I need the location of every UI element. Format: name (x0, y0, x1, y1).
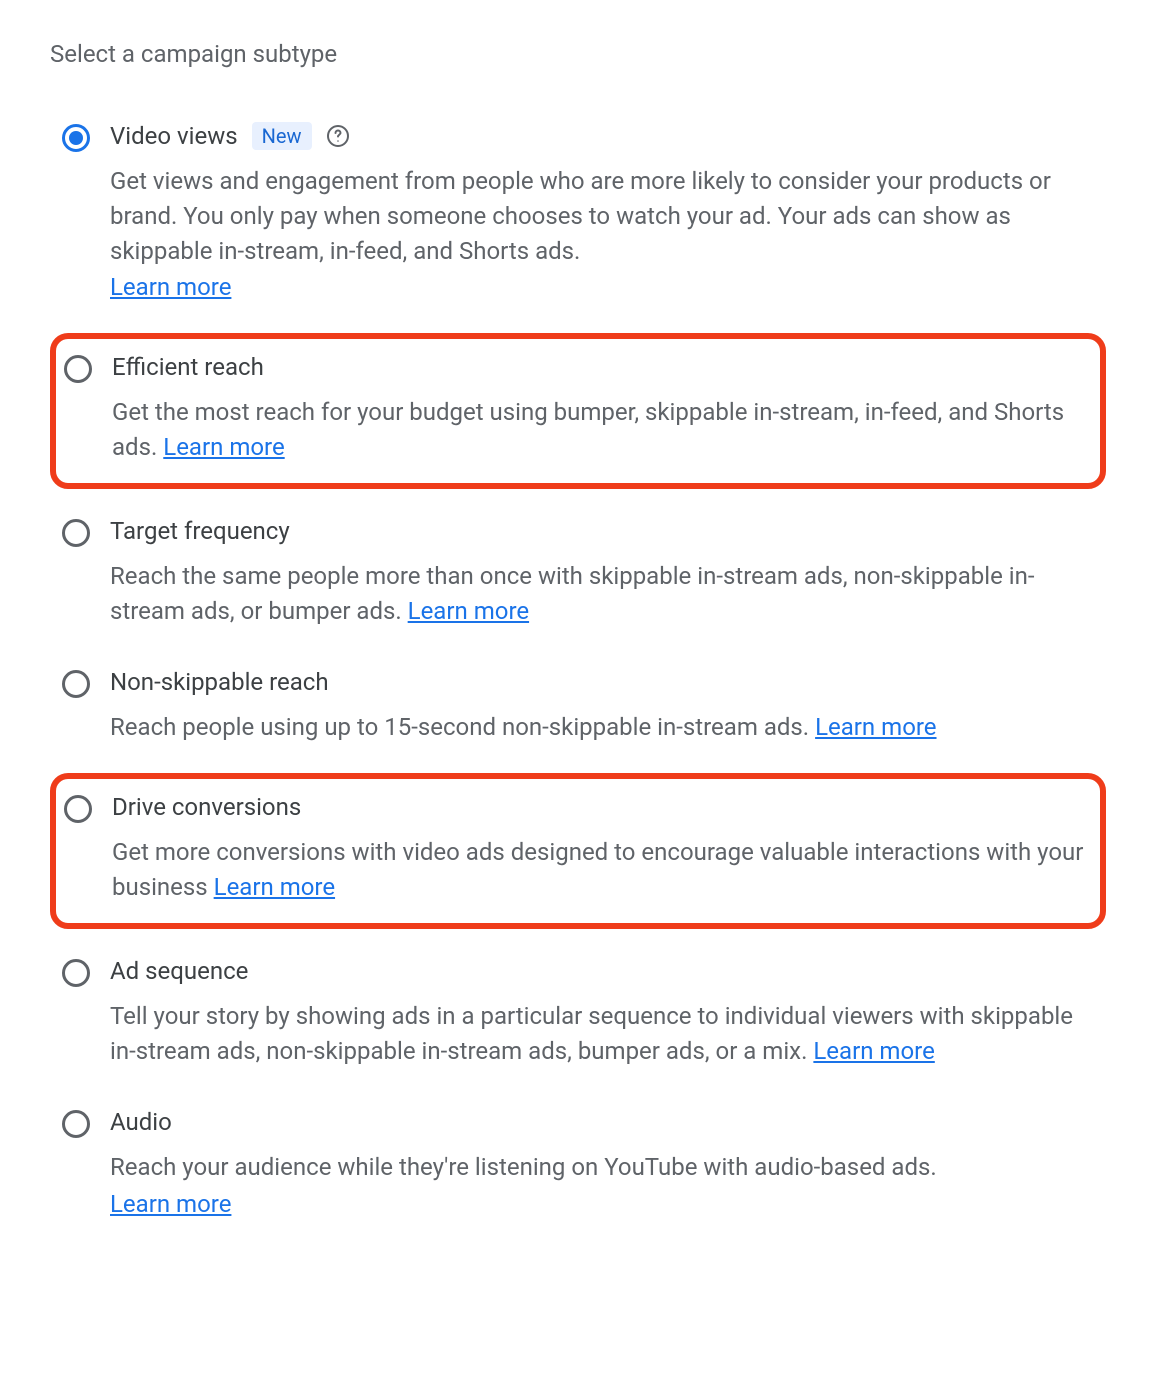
option-title: Drive conversions (112, 793, 301, 821)
radio-col (60, 1108, 110, 1138)
option-drive-conversions[interactable]: Drive conversions Get more conversions wi… (50, 773, 1106, 929)
option-description: Get more conversions with video ads desi… (112, 835, 1094, 905)
option-body: Non-skippable reach Reach people using up… (110, 668, 1096, 745)
option-title: Ad sequence (110, 957, 248, 985)
option-title-row: Video views New (110, 122, 1096, 150)
radio-non-skippable-reach[interactable] (62, 670, 90, 698)
option-title-row: Non-skippable reach (110, 668, 1096, 696)
radio-col (60, 517, 110, 547)
option-ad-sequence[interactable]: Ad sequence Tell your story by showing ad… (50, 939, 1106, 1091)
radio-efficient-reach[interactable] (64, 355, 92, 383)
option-description: Reach the same people more than once wit… (110, 559, 1096, 629)
option-description-text: Reach your audience while they're listen… (110, 1153, 937, 1181)
option-title: Non-skippable reach (110, 668, 329, 696)
learn-more-link[interactable]: Learn more (813, 1037, 934, 1065)
learn-more-link[interactable]: Learn more (815, 713, 936, 741)
option-body: Target frequency Reach the same people mo… (110, 517, 1096, 629)
option-title-row: Audio (110, 1108, 1096, 1136)
learn-more-link[interactable]: Learn more (408, 597, 529, 625)
option-title-row: Drive conversions (112, 793, 1094, 821)
radio-dot (69, 131, 83, 145)
option-title: Efficient reach (112, 353, 264, 381)
option-description: Get the most reach for your budget using… (112, 395, 1094, 465)
option-body: Video views New Get views and engagement … (110, 122, 1096, 305)
learn-more-link[interactable]: Learn more (110, 273, 231, 301)
new-badge: New (252, 122, 312, 150)
option-description-text: Reach the same people more than once wit… (110, 562, 1034, 625)
option-title-row: Efficient reach (112, 353, 1094, 381)
learn-more-link[interactable]: Learn more (110, 1190, 231, 1218)
option-description: Get views and engagement from people who… (110, 164, 1096, 305)
option-title: Audio (110, 1108, 172, 1136)
radio-col (60, 122, 110, 152)
radio-audio[interactable] (62, 1110, 90, 1138)
radio-ad-sequence[interactable] (62, 959, 90, 987)
option-description: Tell your story by showing ads in a part… (110, 999, 1096, 1069)
radio-col (60, 668, 110, 698)
subtype-options-list: Video views New Get views and engagement … (50, 104, 1106, 1244)
section-heading: Select a campaign subtype (50, 40, 1106, 68)
option-description-text: Get views and engagement from people who… (110, 167, 1051, 265)
radio-drive-conversions[interactable] (64, 795, 92, 823)
option-body: Ad sequence Tell your story by showing ad… (110, 957, 1096, 1069)
radio-video-views[interactable] (62, 124, 90, 152)
option-body: Audio Reach your audience while they're l… (110, 1108, 1096, 1222)
radio-target-frequency[interactable] (62, 519, 90, 547)
option-efficient-reach[interactable]: Efficient reach Get the most reach for yo… (50, 333, 1106, 489)
option-title: Target frequency (110, 517, 290, 545)
option-audio[interactable]: Audio Reach your audience while they're l… (50, 1090, 1106, 1244)
option-video-views[interactable]: Video views New Get views and engagement … (50, 104, 1106, 327)
option-body: Drive conversions Get more conversions wi… (112, 793, 1094, 905)
option-non-skippable-reach[interactable]: Non-skippable reach Reach people using up… (50, 650, 1106, 767)
radio-col (62, 793, 112, 823)
help-icon[interactable] (326, 124, 350, 148)
option-description: Reach your audience while they're listen… (110, 1150, 1096, 1222)
option-title-row: Ad sequence (110, 957, 1096, 985)
option-body: Efficient reach Get the most reach for yo… (112, 353, 1094, 465)
radio-col (62, 353, 112, 383)
option-title-row: Target frequency (110, 517, 1096, 545)
radio-col (60, 957, 110, 987)
option-title: Video views (110, 122, 238, 150)
option-description-text: Reach people using up to 15-second non-s… (110, 713, 809, 741)
option-description: Reach people using up to 15-second non-s… (110, 710, 1096, 745)
learn-more-link[interactable]: Learn more (163, 433, 284, 461)
learn-more-link[interactable]: Learn more (214, 873, 335, 901)
option-target-frequency[interactable]: Target frequency Reach the same people mo… (50, 499, 1106, 651)
